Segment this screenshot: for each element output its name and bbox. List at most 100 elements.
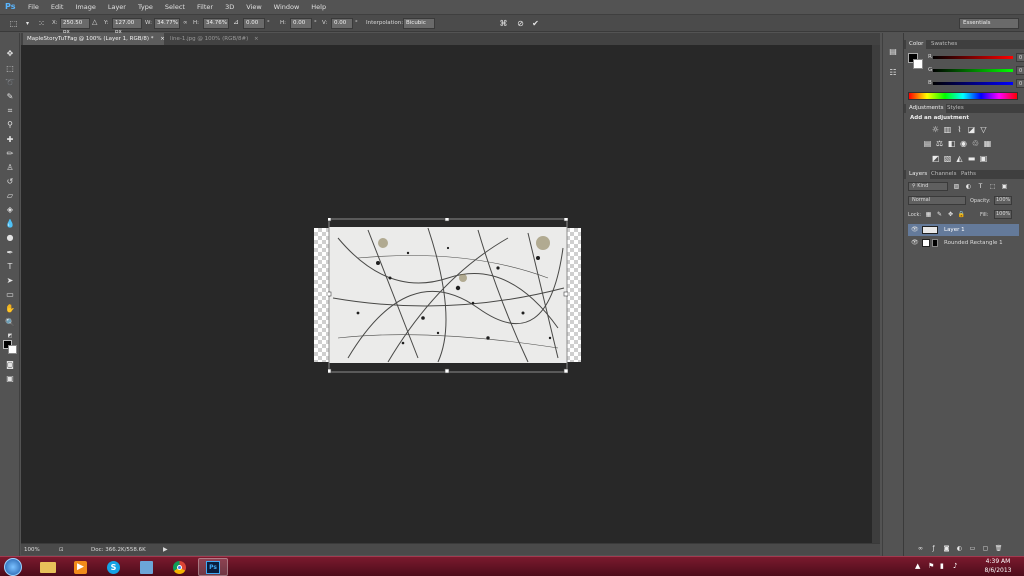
zoom-tool-icon[interactable]: 🔍 (3, 317, 17, 329)
filter-pixel-icon[interactable]: ▨ (952, 182, 961, 191)
link-icon[interactable]: ∞ (183, 20, 188, 26)
vibrance-icon[interactable]: ▽ (979, 125, 988, 134)
status-menu-arrow-icon[interactable]: ▶ (163, 546, 168, 553)
background-color-chip[interactable] (913, 59, 923, 69)
lock-position-icon[interactable]: ✥ (946, 210, 955, 219)
crop-tool-icon[interactable]: ⌗ (3, 105, 17, 117)
blend-mode-select[interactable]: Normal (908, 196, 966, 205)
tab-adjustments[interactable]: Adjustments (906, 104, 947, 113)
dodge-tool-icon[interactable]: ● (3, 232, 17, 244)
rectangle-tool-icon[interactable]: ▭ (3, 289, 17, 301)
move-tool-icon[interactable]: ✥ (3, 48, 17, 60)
type-tool-icon[interactable]: T (3, 261, 17, 273)
tab-layers[interactable]: Layers (906, 170, 931, 179)
close-icon[interactable]: × (254, 36, 259, 42)
blur-tool-icon[interactable]: 💧 (3, 218, 17, 230)
delta-icon[interactable]: △ (92, 18, 97, 26)
vertical-scrollbar[interactable] (872, 45, 880, 543)
color-spectrum-ramp[interactable] (908, 92, 1018, 100)
exposure-icon[interactable]: ◪ (967, 125, 976, 134)
warp-icon[interactable]: ⌘ (498, 18, 509, 29)
filter-smart-object-icon[interactable]: ▣ (1000, 182, 1009, 191)
canvas-area[interactable] (21, 45, 872, 543)
clock-date[interactable]: 8/6/2013 (978, 567, 1018, 574)
photo-filter-icon[interactable]: ◉ (959, 139, 968, 148)
commit-transform-icon[interactable]: ✔ (530, 18, 541, 29)
red-slider[interactable] (933, 56, 1013, 59)
tray-network-icon[interactable]: ▮ (940, 562, 944, 570)
tray-flag-icon[interactable]: ⚑ (928, 562, 934, 570)
add-mask-icon[interactable]: ◙ (942, 544, 951, 553)
notepad-icon[interactable] (132, 558, 162, 576)
blue-slider[interactable] (933, 82, 1013, 85)
history-brush-tool-icon[interactable]: ↺ (3, 176, 17, 188)
vskew-field[interactable]: 0.00 (331, 18, 353, 29)
color-balance-icon[interactable]: ⚖ (935, 139, 944, 148)
brush-tool-icon[interactable]: ✏ (3, 148, 17, 160)
hand-tool-icon[interactable]: ✋ (3, 303, 17, 315)
menu-3d[interactable]: 3D (219, 0, 240, 14)
lock-all-icon[interactable]: 🔒 (957, 210, 966, 219)
chevron-down-icon[interactable]: ▾ (22, 18, 33, 29)
healing-brush-tool-icon[interactable]: ✚ (3, 134, 17, 146)
properties-panel-icon[interactable]: ☷ (886, 67, 900, 79)
screen-mode-icon[interactable]: ▣ (3, 373, 17, 385)
filter-adjustment-icon[interactable]: ◐ (964, 182, 973, 191)
interpolation-select[interactable]: Bicubic (403, 18, 435, 29)
menu-window[interactable]: Window (268, 0, 306, 14)
new-adjustment-icon[interactable]: ◐ (955, 544, 964, 553)
x-field[interactable]: 250.50 px (60, 18, 90, 35)
tab-styles[interactable]: Styles (944, 104, 967, 113)
tab-channels[interactable]: Channels (928, 170, 959, 179)
hskew-field[interactable]: 0.00 (290, 18, 312, 29)
tab-color[interactable]: Color (906, 40, 927, 49)
skype-icon[interactable]: S (99, 558, 129, 576)
pen-tool-icon[interactable]: ✒ (3, 247, 17, 259)
layer-filter-kind[interactable]: ⚲ Kind (908, 182, 948, 191)
zoom-level[interactable]: 100% (24, 547, 40, 553)
y-field[interactable]: 127.00 px (112, 18, 142, 35)
path-selection-tool-icon[interactable]: ➤ (3, 275, 17, 287)
menu-filter[interactable]: Filter (191, 0, 219, 14)
cancel-transform-icon[interactable]: ⊘ (515, 18, 526, 29)
lasso-tool-icon[interactable]: ➰ (3, 77, 17, 89)
photoshop-icon[interactable]: Ps (198, 558, 228, 576)
eyedropper-tool-icon[interactable]: ⚲ (3, 119, 17, 131)
green-slider[interactable] (933, 69, 1013, 72)
visibility-eye-icon[interactable]: 👁 (911, 237, 919, 249)
menu-select[interactable]: Select (159, 0, 191, 14)
menu-view[interactable]: View (240, 0, 267, 14)
hue-saturation-icon[interactable]: ▤ (923, 139, 932, 148)
filter-shape-icon[interactable]: ⬚ (988, 182, 997, 191)
layer-row-selected[interactable]: 👁 Layer 1 (908, 224, 1019, 236)
file-explorer-icon[interactable] (33, 558, 63, 576)
trash-icon[interactable]: 🗑 (994, 544, 1003, 553)
marquee-tool-icon[interactable]: ⬚ (3, 63, 17, 75)
quick-select-tool-icon[interactable]: ✎ (3, 91, 17, 103)
clone-stamp-tool-icon[interactable]: ♙ (3, 162, 17, 174)
layer-style-icon[interactable]: ƒ (929, 544, 938, 553)
visibility-eye-icon[interactable]: 👁 (911, 224, 919, 236)
transform-tool-icon[interactable]: ⬚ (8, 18, 19, 29)
color-lookup-icon[interactable]: ▦ (983, 139, 992, 148)
quick-mask-icon[interactable]: ◙ (3, 359, 17, 371)
history-panel-icon[interactable]: ▤ (886, 46, 900, 58)
tab-swatches[interactable]: Swatches (928, 40, 960, 49)
posterize-icon[interactable]: ▧ (943, 154, 952, 163)
background-color-swatch[interactable] (8, 345, 17, 354)
menu-type[interactable]: Type (132, 0, 159, 14)
fill-field[interactable]: 100% (994, 210, 1012, 219)
menu-image[interactable]: Image (69, 0, 101, 14)
opacity-field[interactable]: 100% (994, 196, 1012, 205)
channel-mixer-icon[interactable]: ♲ (971, 139, 980, 148)
lock-pixels-icon[interactable]: ✎ (935, 210, 944, 219)
height-field[interactable]: 34.76% (203, 18, 229, 29)
tab-paths[interactable]: Paths (958, 170, 979, 179)
document-tab-active[interactable]: MapleStoryTuTFag @ 100% (Layer 1, RGB/8)… (23, 33, 165, 45)
angle-field[interactable]: 0.00 (243, 18, 265, 29)
red-value[interactable]: 0 (1016, 53, 1024, 62)
brightness-contrast-icon[interactable]: ☼ (931, 125, 940, 134)
media-player-icon[interactable]: ▶ (66, 558, 96, 576)
tray-volume-icon[interactable]: ♪ (953, 562, 957, 570)
document-tab-inactive[interactable]: line-1.jpg @ 100% (RGB/8#) × (166, 33, 259, 45)
